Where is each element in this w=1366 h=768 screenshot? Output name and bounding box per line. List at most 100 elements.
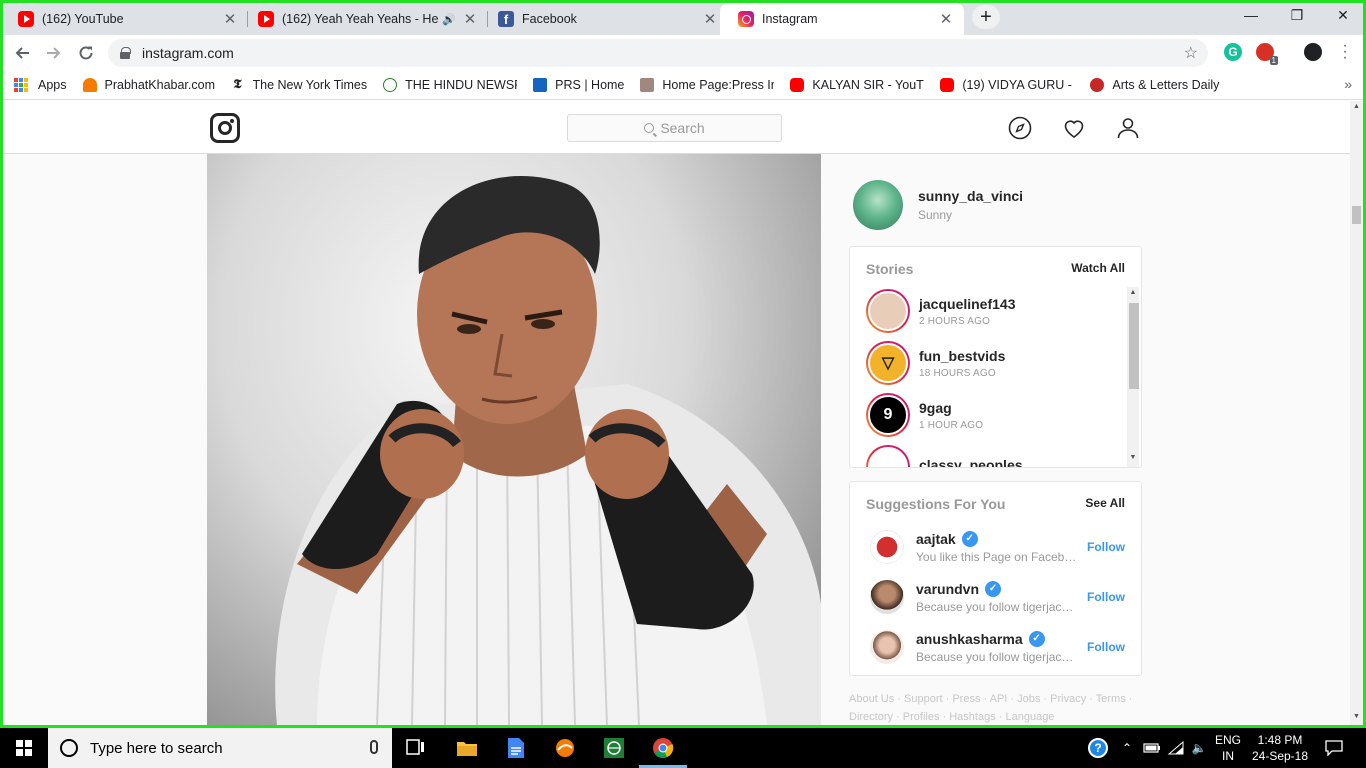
scroll-up-arrow-icon[interactable]: ▲ xyxy=(1352,103,1361,110)
google-docs-icon[interactable] xyxy=(504,736,528,760)
tab-youtube[interactable]: (162) YouTube ✕ xyxy=(0,3,248,35)
stories-scrollbar[interactable]: ▲ ▼ xyxy=(1127,287,1139,467)
swirl-glyph xyxy=(556,739,574,757)
taskbar-search-input[interactable]: Type here to search xyxy=(48,728,392,768)
chrome-icon[interactable] xyxy=(651,736,675,760)
footer-links-line[interactable]: About Us · Support · Press · API · Jobs … xyxy=(849,690,1142,708)
heart-icon[interactable] xyxy=(1062,116,1086,140)
forward-button[interactable] xyxy=(41,40,67,66)
page-scrollbar[interactable] xyxy=(1350,101,1363,725)
scroll-down-arrow-icon[interactable]: ▼ xyxy=(1127,454,1139,461)
browser-toolbar: instagram.com ☆ G 1 · · · xyxy=(0,35,1366,70)
microphone-icon[interactable] xyxy=(370,740,378,754)
bookmark-pib[interactable]: Home Page:Press Infc xyxy=(640,77,774,92)
close-icon[interactable]: ✕ xyxy=(222,10,238,28)
youtube-icon xyxy=(258,11,274,27)
tab-facebook[interactable]: f Facebook ✕ xyxy=(480,3,728,35)
spreadsheet-app-icon[interactable] xyxy=(602,736,626,760)
language-indicator[interactable]: ENG IN xyxy=(1210,732,1246,764)
avatar: 9 xyxy=(868,395,908,435)
lock-icon[interactable] xyxy=(120,47,131,59)
suggestion-username[interactable]: varundvn xyxy=(916,581,979,597)
story-item[interactable]: jacquelinef143 2 HOURS AGO xyxy=(850,285,1141,337)
minimize-button[interactable]: — xyxy=(1228,0,1274,30)
start-button[interactable] xyxy=(0,728,48,768)
follow-button[interactable]: Follow xyxy=(1087,640,1125,654)
stories-scrollbar-thumb[interactable] xyxy=(1129,303,1139,389)
footer-links[interactable]: About Us · Support · Press · API · Jobs … xyxy=(849,690,1142,726)
close-icon[interactable]: ✕ xyxy=(462,10,478,28)
story-item[interactable]: classy_peoples xyxy=(850,441,1141,467)
follow-button[interactable]: Follow xyxy=(1087,540,1125,554)
avatar[interactable] xyxy=(870,580,904,614)
bookmark-nytimes[interactable]: 𝕿 The New York Times xyxy=(231,77,368,92)
url-text[interactable]: instagram.com xyxy=(142,45,234,61)
bookmark-label: Arts & Letters Daily - xyxy=(1112,77,1223,92)
taskbar-search-placeholder: Type here to search xyxy=(90,739,223,757)
region-code: IN xyxy=(1222,749,1234,763)
scroll-up-arrow-icon[interactable]: ▲ xyxy=(1127,289,1139,296)
close-icon[interactable]: ✕ xyxy=(702,10,718,28)
chevron-up-icon[interactable]: ⌃ xyxy=(1118,728,1136,768)
restore-button[interactable]: ❐ xyxy=(1274,0,1320,30)
stories-panel: Stories Watch All jacquelinef143 2 HOURS … xyxy=(849,246,1142,468)
tab-instagram[interactable]: Instagram ✕ xyxy=(720,3,964,35)
new-tab-button[interactable]: + xyxy=(972,5,1000,29)
bookmark-thehindu[interactable]: THE HINDU NEWSPA xyxy=(383,77,517,92)
scroll-down-arrow-icon[interactable]: ▼ xyxy=(1352,713,1361,720)
story-item[interactable]: 9 9gag 1 HOUR AGO xyxy=(850,389,1141,441)
profile-username[interactable]: sunny_da_vinci xyxy=(918,188,1023,204)
footer-links-line[interactable]: Directory · Profiles · Hashtags · Langua… xyxy=(849,708,1142,726)
follow-button[interactable]: Follow xyxy=(1087,590,1125,604)
battery-icon[interactable] xyxy=(1142,728,1162,768)
bookmarks-overflow-icon[interactable]: » xyxy=(1344,76,1352,92)
app-icon[interactable] xyxy=(553,736,577,760)
back-button[interactable] xyxy=(9,40,35,66)
help-icon[interactable]: ? xyxy=(1086,728,1110,768)
page-scrollbar-thumb[interactable] xyxy=(1352,206,1361,224)
see-all-link[interactable]: See All xyxy=(1085,496,1125,512)
search-input[interactable]: Search xyxy=(567,114,782,142)
bookmark-star-icon[interactable]: ☆ xyxy=(1184,43,1198,63)
avatar[interactable] xyxy=(853,180,903,230)
bookmark-apps[interactable]: Apps xyxy=(14,77,67,92)
address-bar[interactable]: instagram.com ☆ xyxy=(108,39,1208,67)
story-item[interactable]: ▽ fun_bestvids 18 HOURS AGO xyxy=(850,337,1141,389)
story-time: 2 HOURS AGO xyxy=(919,315,991,327)
bookmark-vidya-guru[interactable]: (19) VIDYA GURU - Yc xyxy=(940,77,1074,92)
profile-avatar-icon[interactable] xyxy=(1304,43,1322,61)
watch-all-link[interactable]: Watch All xyxy=(1071,261,1125,277)
tab-youtube-music[interactable]: (162) Yeah Yeah Yeahs - Heads Will Roll … xyxy=(240,3,488,35)
pib-icon xyxy=(640,77,655,92)
bookmark-prs[interactable]: PRS | Home xyxy=(533,77,624,92)
close-icon[interactable]: ✕ xyxy=(938,10,954,28)
reload-button[interactable] xyxy=(73,40,99,66)
compass-icon[interactable] xyxy=(1008,116,1032,140)
system-clock[interactable]: 1:48 PM 24-Sep-18 xyxy=(1244,732,1316,764)
prabhatkhabar-icon xyxy=(82,77,97,92)
post-image[interactable] xyxy=(207,154,821,725)
instagram-logo-icon[interactable] xyxy=(210,113,240,143)
bookmark-kalyan-sir[interactable]: KALYAN SIR - YouTub xyxy=(790,77,924,92)
suggestion-username[interactable]: aajtak xyxy=(916,531,956,547)
story-ring xyxy=(866,289,910,333)
profile-icon[interactable] xyxy=(1116,116,1140,140)
close-window-button[interactable]: ✕ xyxy=(1320,0,1366,30)
browser-menu-icon[interactable]: · · · xyxy=(1340,38,1350,66)
task-view-icon[interactable] xyxy=(404,736,428,760)
action-center-icon[interactable] xyxy=(1320,728,1348,768)
bookmark-prabhatkhabar[interactable]: PrabhatKhabar.com : xyxy=(82,77,215,92)
avatar xyxy=(868,447,908,467)
avatar[interactable] xyxy=(870,630,904,664)
extension-icon[interactable]: 1 xyxy=(1256,43,1278,65)
bookmark-arts-letters[interactable]: Arts & Letters Daily - xyxy=(1090,77,1223,92)
youtube-icon xyxy=(18,11,34,27)
grammarly-extension-icon[interactable]: G xyxy=(1224,43,1242,61)
story-time: 1 HOUR AGO xyxy=(919,419,984,431)
volume-icon[interactable]: 🔈 xyxy=(1188,728,1210,768)
wifi-icon[interactable] xyxy=(1166,728,1186,768)
speaker-icon[interactable]: 🔊 xyxy=(442,13,456,26)
avatar[interactable] xyxy=(870,530,904,564)
suggestion-username[interactable]: anushkasharma xyxy=(916,631,1023,647)
file-explorer-icon[interactable] xyxy=(455,736,479,760)
